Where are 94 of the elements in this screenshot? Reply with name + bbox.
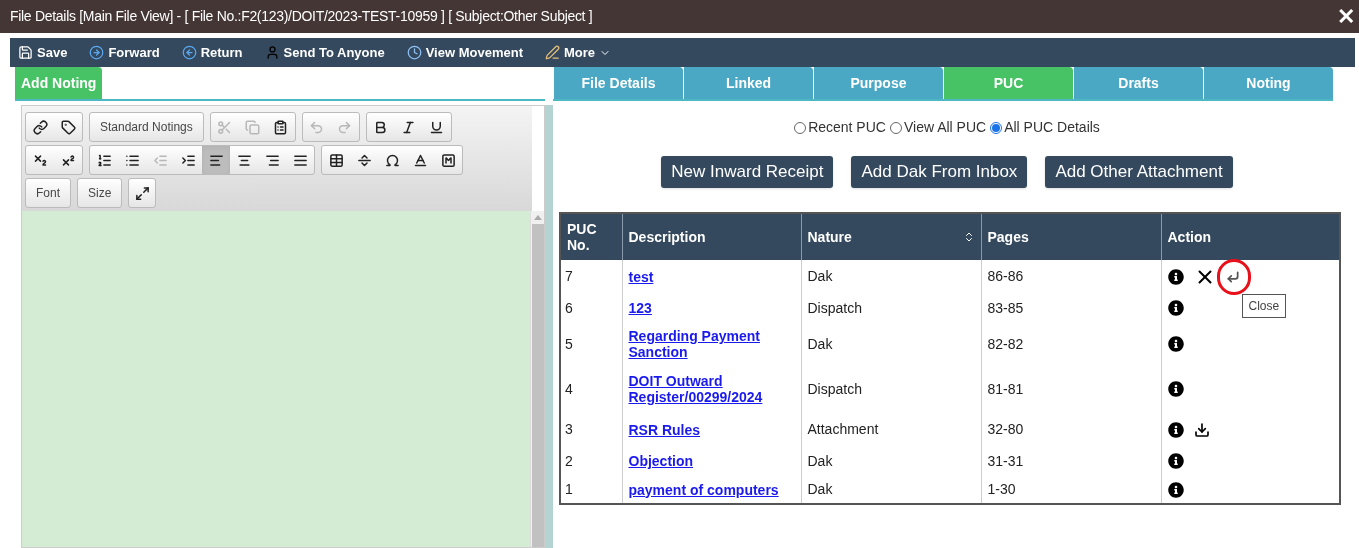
table-cell: 7 [560, 260, 622, 293]
description-link[interactable]: payment of computers [628, 481, 795, 498]
column-header: Action [1161, 213, 1340, 260]
editor-button[interactable] [128, 178, 157, 208]
background-color-icon [440, 152, 456, 168]
description-link[interactable]: RSR Rules [628, 421, 795, 438]
undo-icon [309, 119, 325, 135]
redo-icon [337, 119, 353, 135]
info-icon[interactable] [1167, 481, 1184, 498]
column-header: Description [622, 213, 801, 260]
bulleted-list-icon [124, 152, 140, 168]
return-arrow-icon[interactable] [1225, 269, 1240, 284]
toolbar-button[interactable]: Forward [89, 42, 160, 63]
table-icon [328, 152, 344, 168]
description-link[interactable]: 123 [628, 300, 795, 316]
table-cell: 5 [560, 323, 622, 365]
tag-icon [60, 119, 76, 135]
table-cell: 2 [560, 446, 622, 476]
radio-option[interactable]: All PUC Details [990, 117, 1100, 138]
action-button[interactable]: Add Dak From Inbox [851, 156, 1028, 188]
radio-option[interactable]: Recent PUC [794, 117, 886, 138]
underline-icon [429, 119, 445, 135]
table-cell: 82-82 [981, 323, 1161, 365]
table-cell: 3 [560, 413, 622, 446]
arrow-left-circle-icon [181, 45, 197, 60]
action-button[interactable]: New Inward Receipt [661, 156, 834, 188]
description-link[interactable]: Regarding Payment Sanction [628, 328, 795, 360]
toolbar-button[interactable]: Return [181, 42, 243, 63]
table-cell: 86-86 [981, 260, 1161, 293]
table-cell: Dispatch [801, 293, 981, 323]
indent-icon [180, 152, 196, 168]
bold-icon [373, 119, 389, 135]
user-icon [264, 45, 280, 60]
justify-icon [292, 152, 308, 168]
save-icon [18, 45, 33, 60]
table-cell: 1 [560, 476, 622, 504]
table-cell: 1-30 [981, 476, 1161, 504]
toolbar-button[interactable]: More [545, 42, 612, 63]
download-icon[interactable] [1193, 421, 1210, 438]
align-left-icon [208, 152, 224, 168]
radio-option[interactable]: View All PUC [889, 117, 987, 138]
copy-icon [245, 119, 261, 135]
close-button[interactable]: ✕ [1337, 0, 1355, 33]
toolbar-dropdown[interactable]: Font [25, 178, 71, 208]
table-cell: 4 [560, 365, 622, 413]
description-link[interactable]: Objection [628, 453, 795, 469]
table-cell: Dak [801, 476, 981, 504]
horizontal-rule-icon [356, 152, 372, 168]
toolbar-dropdown[interactable]: Standard Notings [89, 112, 204, 142]
table-cell: 32-80 [981, 413, 1161, 446]
table-cell: Attachment [801, 413, 981, 446]
table-cell: Dak [801, 260, 981, 293]
align-right-icon [264, 152, 280, 168]
italic-icon [401, 119, 417, 135]
action-button[interactable]: Add Other Attachment [1045, 156, 1233, 188]
link-icon [32, 119, 48, 135]
table-cell: 83-85 [981, 293, 1161, 323]
column-header[interactable]: Nature [801, 213, 981, 260]
toolbar-button[interactable]: Send To Anyone [264, 42, 385, 63]
subscript-icon [32, 152, 48, 168]
table-cell: Dak [801, 446, 981, 476]
info-icon[interactable] [1167, 268, 1184, 285]
align-center-icon [236, 152, 252, 168]
clock-icon [406, 45, 422, 60]
outdent-icon [152, 152, 168, 168]
description-link[interactable]: DOIT Outward Register/00299/2024 [628, 373, 795, 405]
table-cell: 81-81 [981, 365, 1161, 413]
toolbar-dropdown[interactable]: Size [77, 178, 123, 208]
info-icon[interactable] [1167, 300, 1184, 316]
info-icon[interactable] [1167, 381, 1184, 397]
table-cell: Dispatch [801, 365, 981, 413]
window-title: File Details [Main File View] - [ File No.:F2(123)/DOIT/2023-TEST-10959 ] [ Subject:Other Subject ] [10, 7, 593, 26]
numbered-list-icon [96, 152, 112, 168]
column-header: PUC No. [560, 213, 622, 260]
column-header: Pages [981, 213, 1161, 260]
scissors-icon [217, 119, 233, 135]
toolbar-button[interactable]: Save [18, 42, 68, 63]
tooltip: Close [1241, 293, 1287, 318]
maximize-icon [134, 185, 150, 201]
description-link[interactable]: test [628, 268, 795, 285]
editor-button[interactable] [202, 146, 230, 174]
pencil-icon [545, 45, 560, 60]
info-icon[interactable] [1167, 453, 1184, 469]
table-cell: 6 [560, 293, 622, 323]
table-cell: 31-31 [981, 446, 1161, 476]
text-color-icon [412, 152, 428, 168]
info-icon[interactable] [1167, 336, 1184, 352]
toolbar-button[interactable]: View Movement [406, 42, 523, 63]
info-icon[interactable] [1167, 421, 1184, 438]
superscript-icon [60, 152, 76, 168]
paste-icon [273, 119, 289, 135]
table-cell: Dak [801, 323, 981, 365]
omega-icon [384, 152, 400, 168]
arrow-right-circle-icon [89, 45, 105, 60]
